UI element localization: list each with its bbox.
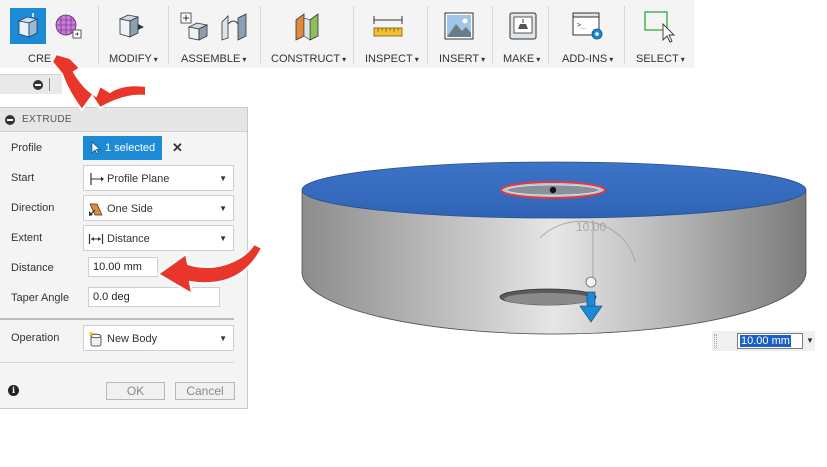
inspect-label[interactable]: INSPECT ▾ xyxy=(365,53,419,65)
one-side-icon xyxy=(89,203,103,216)
start-value: Profile Plane xyxy=(107,173,170,185)
drag-handle-icon[interactable] xyxy=(714,334,717,348)
offset-plane-icon[interactable] xyxy=(290,8,326,44)
info-icon[interactable]: i xyxy=(8,385,19,396)
distance-manipulator-input[interactable]: 10.00 mm xyxy=(737,333,803,349)
clear-selection-icon[interactable]: ✕ xyxy=(172,140,183,156)
profile-selection-text: 1 selected xyxy=(105,142,156,154)
direction-value: One Side xyxy=(107,203,153,215)
toolbar-divider xyxy=(548,6,549,64)
ok-button[interactable]: OK xyxy=(106,382,165,400)
annotation-arrow-distance xyxy=(156,242,264,296)
new-component-icon[interactable] xyxy=(176,8,212,44)
panel-divider xyxy=(0,318,234,320)
chevron-down-icon: ▼ xyxy=(219,204,227,213)
extent-value: Distance xyxy=(107,233,150,245)
cursor-icon xyxy=(91,141,101,155)
start-label: Start xyxy=(11,172,35,184)
toolbar-divider xyxy=(427,6,428,64)
profile-label: Profile xyxy=(11,142,43,154)
insert-label[interactable]: INSERT ▾ xyxy=(439,53,485,65)
toolbar-divider xyxy=(492,6,493,64)
measure-icon[interactable] xyxy=(370,8,406,44)
toolbar-divider xyxy=(168,6,169,64)
svg-text:>_: >_ xyxy=(577,21,586,29)
add-ins-label[interactable]: ADD-INS ▾ xyxy=(562,53,613,65)
direction-label: Direction xyxy=(11,202,55,214)
chevron-down-icon[interactable]: ▼ xyxy=(806,336,814,345)
select-label[interactable]: SELECT ▾ xyxy=(636,53,685,65)
operation-dropdown[interactable]: New Body ▼ xyxy=(83,325,234,351)
new-body-icon xyxy=(88,331,102,347)
distance-icon xyxy=(88,234,104,244)
chevron-down-icon: ▼ xyxy=(219,334,227,343)
assemble-label[interactable]: ASSEMBLE ▾ xyxy=(181,53,246,65)
canvas-viewport[interactable]: 10.00 xyxy=(290,160,820,340)
extrude-icon[interactable] xyxy=(10,8,46,44)
construct-label[interactable]: CONSTRUCT ▾ xyxy=(271,53,346,65)
direction-dropdown[interactable]: One Side ▼ xyxy=(83,195,234,221)
insert-image-icon[interactable] xyxy=(441,8,477,44)
extruded-disk-model: 10.00 xyxy=(301,161,807,335)
toolbar-divider xyxy=(260,6,261,64)
profile-selection-button[interactable]: 1 selected xyxy=(83,136,162,160)
press-pull-icon[interactable] xyxy=(112,8,148,44)
dimension-label: 10.00 xyxy=(576,220,606,234)
make-label[interactable]: MAKE ▾ xyxy=(503,53,540,65)
distance-label: Distance xyxy=(11,262,54,274)
extent-label: Extent xyxy=(11,232,43,244)
annotation-arrow-create xyxy=(50,52,147,112)
cancel-button[interactable]: Cancel xyxy=(175,382,235,400)
distance-manipulator-box: 10.00 mm ▼ xyxy=(712,331,815,351)
operation-value: New Body xyxy=(107,333,158,345)
select-window-icon[interactable] xyxy=(643,8,679,44)
start-dropdown[interactable]: Profile Plane ▼ xyxy=(83,165,234,191)
profile-plane-icon xyxy=(90,173,104,185)
joint-icon[interactable] xyxy=(216,8,252,44)
3d-print-icon[interactable] xyxy=(505,8,541,44)
collapse-panel-icon[interactable] xyxy=(5,115,15,125)
panel-divider xyxy=(0,362,234,363)
chevron-down-icon: ▼ xyxy=(219,174,227,183)
toolbar-divider xyxy=(353,6,354,64)
form-icon[interactable] xyxy=(50,8,86,44)
operation-label: Operation xyxy=(11,332,60,344)
scripts-icon[interactable]: >_ xyxy=(570,8,606,44)
taper-angle-label: Taper Angle xyxy=(11,292,70,304)
toolbar-divider xyxy=(624,6,625,64)
